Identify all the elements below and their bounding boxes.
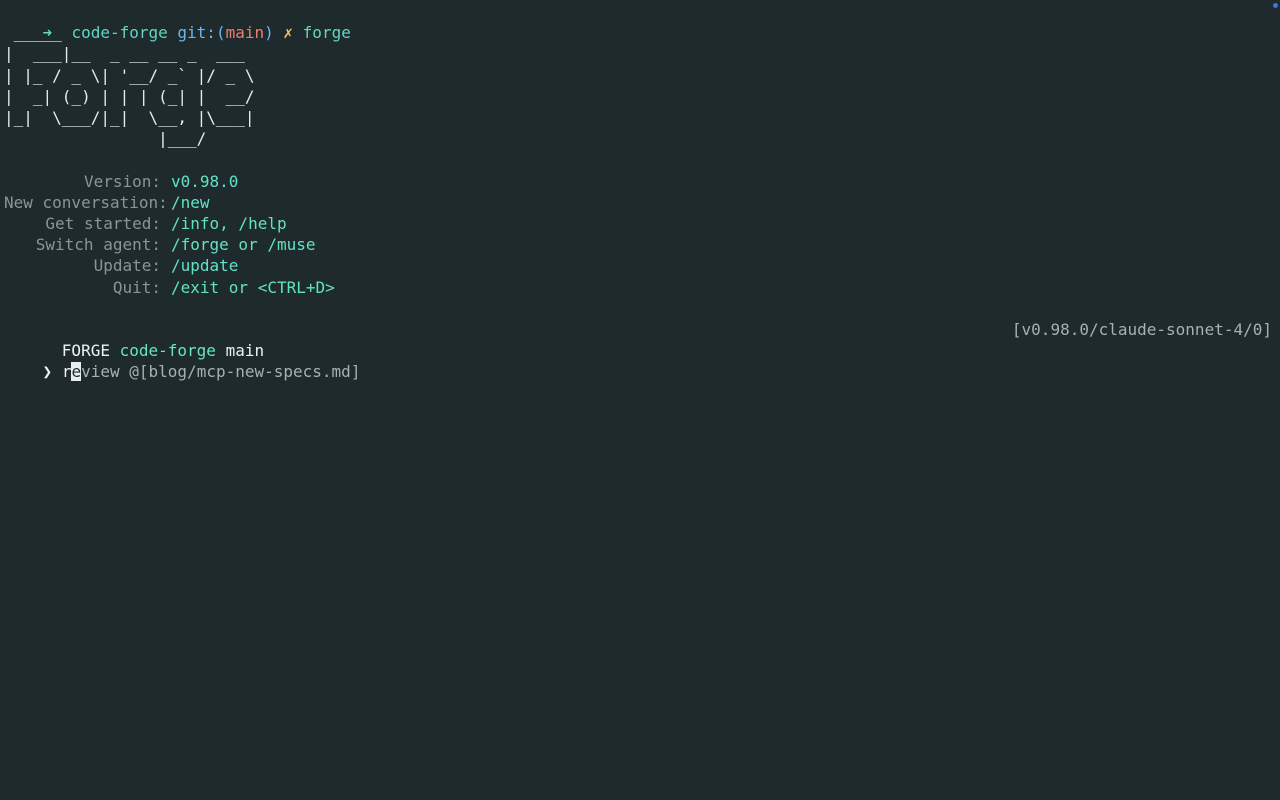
info-block: Version: v0.98.0 New conversation:/new Get … — [4, 171, 1272, 298]
status-model-info: [v0.98.0/claude-sonnet-4/0] — [1011, 319, 1272, 339]
activity-indicator-dot — [1273, 3, 1278, 8]
info-key: New conversation: — [4, 192, 168, 212]
prompt-branch: main — [225, 23, 265, 43]
info-value[interactable]: /forge or /muse — [171, 234, 316, 255]
info-key: Update: — [93, 256, 161, 276]
prompt-dir: code-forge — [71, 23, 168, 43]
info-row: Quit: /exit or <CTRL+D> — [4, 277, 1272, 298]
info-key: Get started: — [45, 213, 161, 233]
input-text-after-cursor[interactable]: view @[blog/mcp-new-specs.md] — [81, 362, 360, 381]
prompt-command: forge — [302, 23, 351, 43]
prompt-dirty-mark: ✗ — [283, 23, 294, 43]
info-row: Get started: /info, /help — [4, 213, 1272, 234]
text-cursor[interactable]: e — [71, 362, 82, 382]
info-value[interactable]: /info, /help — [171, 213, 287, 234]
shell-prompt-line: ➜ code-forge git:(main) ✗ forge — [4, 1, 1272, 42]
input-text-before-cursor[interactable]: r — [62, 362, 72, 381]
info-value[interactable]: /update — [171, 255, 238, 276]
prompt-arrow: ➜ — [42, 23, 53, 43]
info-row: Version: v0.98.0 — [4, 171, 1272, 192]
info-value[interactable]: /new — [171, 192, 210, 213]
info-key: Switch agent: — [35, 235, 161, 255]
info-value[interactable]: /exit or <CTRL+D> — [171, 277, 335, 298]
info-key: Version: — [83, 171, 161, 191]
input-prompt-char: ❯ — [42, 362, 53, 382]
info-row: New conversation:/new — [4, 192, 1272, 213]
info-value[interactable]: v0.98.0 — [171, 171, 238, 192]
info-row: Switch agent: /forge or /muse — [4, 234, 1272, 255]
status-line: FORGE code-forge main [v0.98.0/claude-so… — [4, 319, 1272, 360]
input-line[interactable]: ❯ review @[blog/mcp-new-specs.md] — [4, 340, 1272, 382]
info-row: Update: /update — [4, 255, 1272, 276]
terminal[interactable]: ➜ code-forge git:(main) ✗ forge _____ | … — [4, 1, 1272, 382]
prompt-git-label: git:( — [177, 23, 226, 43]
info-key: Quit: — [112, 277, 161, 297]
prompt-git-close: ) — [264, 23, 274, 43]
